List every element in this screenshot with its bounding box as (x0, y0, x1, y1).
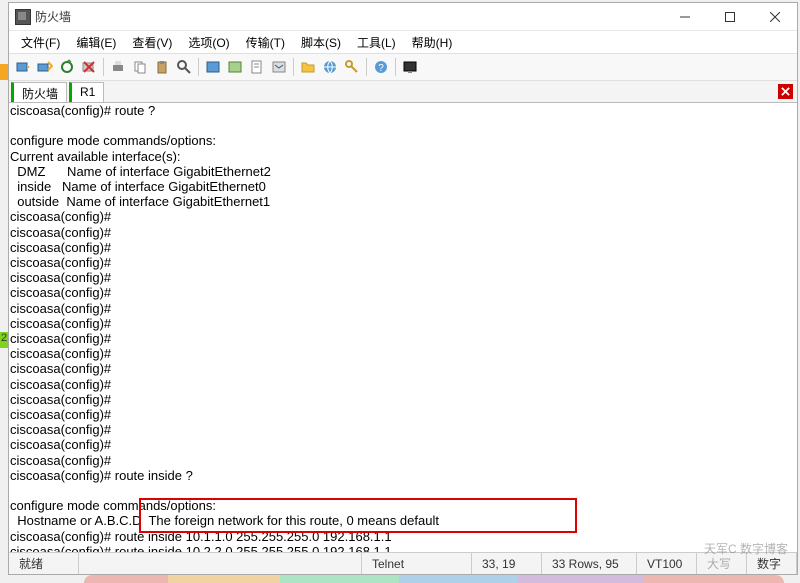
status-cursor-pos: 33, 19 (472, 553, 542, 574)
term-line: ciscoasa(config)# (10, 225, 111, 240)
term-line: ciscoasa(config)# (10, 301, 111, 316)
menu-help[interactable]: 帮助(H) (404, 32, 461, 53)
term-line: ciscoasa(config)# (10, 331, 111, 346)
term-line: ciscoasa(config)# (10, 453, 111, 468)
status-termtype: VT100 (637, 553, 697, 574)
disconnect-icon[interactable] (79, 57, 99, 77)
menu-transfer[interactable]: 传输(T) (238, 32, 293, 53)
term-line: ciscoasa(config)# (10, 437, 111, 452)
screen-icon[interactable] (400, 57, 420, 77)
menu-options[interactable]: 选项(O) (180, 32, 237, 53)
copy-icon[interactable] (130, 57, 150, 77)
log-icon[interactable] (247, 57, 267, 77)
status-caps: 大写 (697, 553, 747, 574)
settings-icon[interactable] (203, 57, 223, 77)
send-icon[interactable] (269, 57, 289, 77)
terminal[interactable]: ciscoasa(config)# route ? configure mode… (9, 103, 797, 552)
term-line: ciscoasa(config)# (10, 316, 111, 331)
term-line: ciscoasa(config)# (10, 209, 111, 224)
term-line: ciscoasa(config)# (10, 270, 111, 285)
status-protocol: Telnet (362, 553, 472, 574)
find-icon[interactable] (174, 57, 194, 77)
term-line: ciscoasa(config)# (10, 255, 111, 270)
statusbar: 就绪 Telnet 33, 19 33 Rows, 95 VT100 大写 数字 (9, 552, 797, 574)
bottom-decor (84, 575, 784, 583)
term-line: ciscoasa(config)# (10, 240, 111, 255)
quick-connect-icon[interactable] (35, 57, 55, 77)
status-size: 33 Rows, 95 (542, 553, 637, 574)
reconnect-icon[interactable] (57, 57, 77, 77)
status-num: 数字 (747, 553, 797, 574)
close-button[interactable] (752, 3, 797, 31)
term-line: ciscoasa(config)# route inside 10.2.2.0 … (10, 544, 392, 552)
connect-icon[interactable] (13, 57, 33, 77)
tabbar: 防火墙 R1 (9, 81, 797, 103)
menu-view[interactable]: 查看(V) (124, 32, 180, 53)
explore-icon[interactable] (320, 57, 340, 77)
tab-firewall[interactable]: 防火墙 (11, 82, 67, 102)
close-tab-icon[interactable] (778, 84, 793, 99)
left-decor: 2 (0, 2, 8, 583)
titlebar[interactable]: 防火墙 (9, 3, 797, 31)
tab-r1[interactable]: R1 (69, 82, 104, 102)
term-line: configure mode commands/options: (10, 498, 216, 513)
app-window: 防火墙 文件(F) 编辑(E) 查看(V) 选项(O) 传输(T) 脚本(S) … (8, 2, 798, 575)
term-line: ciscoasa(config)# route ? (10, 103, 155, 118)
term-line: Hostname or A.B.C.D The foreign network … (10, 513, 439, 528)
term-line: ciscoasa(config)# (10, 346, 111, 361)
print-icon[interactable] (108, 57, 128, 77)
menu-file[interactable]: 文件(F) (13, 32, 68, 53)
term-line: inside Name of interface GigabitEthernet… (10, 179, 266, 194)
term-line: ciscoasa(config)# (10, 361, 111, 376)
term-line: ciscoasa(config)# route inside ? (10, 468, 193, 483)
term-line: ciscoasa(config)# (10, 377, 111, 392)
term-line: ciscoasa(config)# (10, 407, 111, 422)
folder-icon[interactable] (298, 57, 318, 77)
window-title: 防火墙 (35, 8, 662, 25)
key-icon[interactable] (342, 57, 362, 77)
paste-icon[interactable] (152, 57, 172, 77)
menubar: 文件(F) 编辑(E) 查看(V) 选项(O) 传输(T) 脚本(S) 工具(L… (9, 31, 797, 53)
term-line: DMZ Name of interface GigabitEthernet2 (10, 164, 271, 179)
toolbar: ? (9, 53, 797, 81)
term-line: Current available interface(s): (10, 149, 181, 164)
term-line: ciscoasa(config)# (10, 285, 111, 300)
session-icon[interactable] (225, 57, 245, 77)
status-ready: 就绪 (9, 553, 79, 574)
maximize-button[interactable] (707, 3, 752, 31)
svg-text:?: ? (378, 63, 384, 74)
app-icon (15, 9, 31, 25)
menu-script[interactable]: 脚本(S) (293, 32, 349, 53)
menu-edit[interactable]: 编辑(E) (68, 32, 124, 53)
term-line: ciscoasa(config)# (10, 422, 111, 437)
menu-tools[interactable]: 工具(L) (349, 32, 404, 53)
minimize-button[interactable] (662, 3, 707, 31)
help-icon[interactable]: ? (371, 57, 391, 77)
term-line: ciscoasa(config)# (10, 392, 111, 407)
term-line: ciscoasa(config)# route inside 10.1.1.0 … (10, 529, 392, 544)
term-line: configure mode commands/options: (10, 133, 216, 148)
term-line: outside Name of interface GigabitEtherne… (10, 194, 270, 209)
